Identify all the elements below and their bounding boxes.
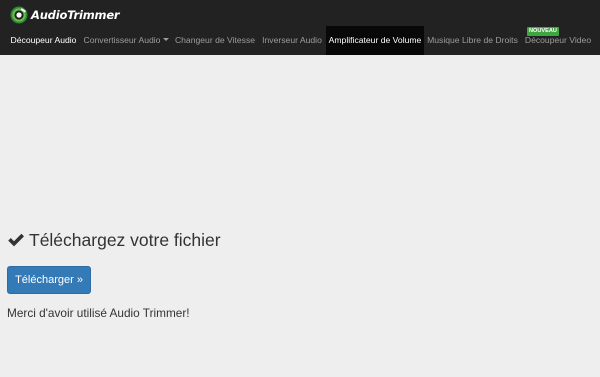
thanks-message: Merci d'avoir utilisé Audio Trimmer! — [7, 306, 190, 320]
nav-item-label: Convertisseur Audio — [83, 35, 161, 45]
nav-item-label: Découpeur Video — [524, 35, 592, 45]
nav-item-decoupeur-audio[interactable]: Découpeur Audio — [6, 26, 81, 55]
audiotrimmer-logo-icon — [10, 6, 28, 24]
nav-item-convertisseur-audio[interactable]: Convertisseur Audio — [83, 26, 170, 55]
nav-item-label: Découpeur Audio — [10, 35, 77, 45]
nav-item-label: Inverseur Audio — [262, 35, 322, 45]
nav-item-changeur-de-vitesse[interactable]: Changeur de Vitesse — [173, 26, 257, 55]
nav-item-amplificateur-de-volume[interactable]: Amplificateur de Volume — [326, 26, 424, 55]
brand-name: AudioTrimmer — [31, 8, 120, 22]
upload-heading: Téléchargez votre fichier — [7, 228, 221, 252]
nav-item-musique-libre-de-droits[interactable]: Musique Libre de Droits — [427, 26, 518, 55]
new-badge: NOUVEAU — [527, 27, 559, 36]
top-navbar: AudioTrimmer Découpeur Audio Convertisse… — [0, 0, 600, 55]
nav-item-label: Changeur de Vitesse — [174, 35, 256, 45]
upload-button[interactable]: Télécharger » — [7, 266, 91, 294]
brand-logo-link[interactable]: AudioTrimmer — [10, 5, 120, 25]
nav-item-label: Amplificateur de Volume — [328, 35, 422, 45]
nav-item-inverseur-audio[interactable]: Inverseur Audio — [260, 26, 324, 55]
checkmark-icon — [8, 233, 24, 247]
page-title: Téléchargez votre fichier — [29, 229, 221, 250]
caret-down-icon — [163, 38, 170, 42]
nav-item-label: Musique Libre de Droits — [427, 35, 518, 45]
